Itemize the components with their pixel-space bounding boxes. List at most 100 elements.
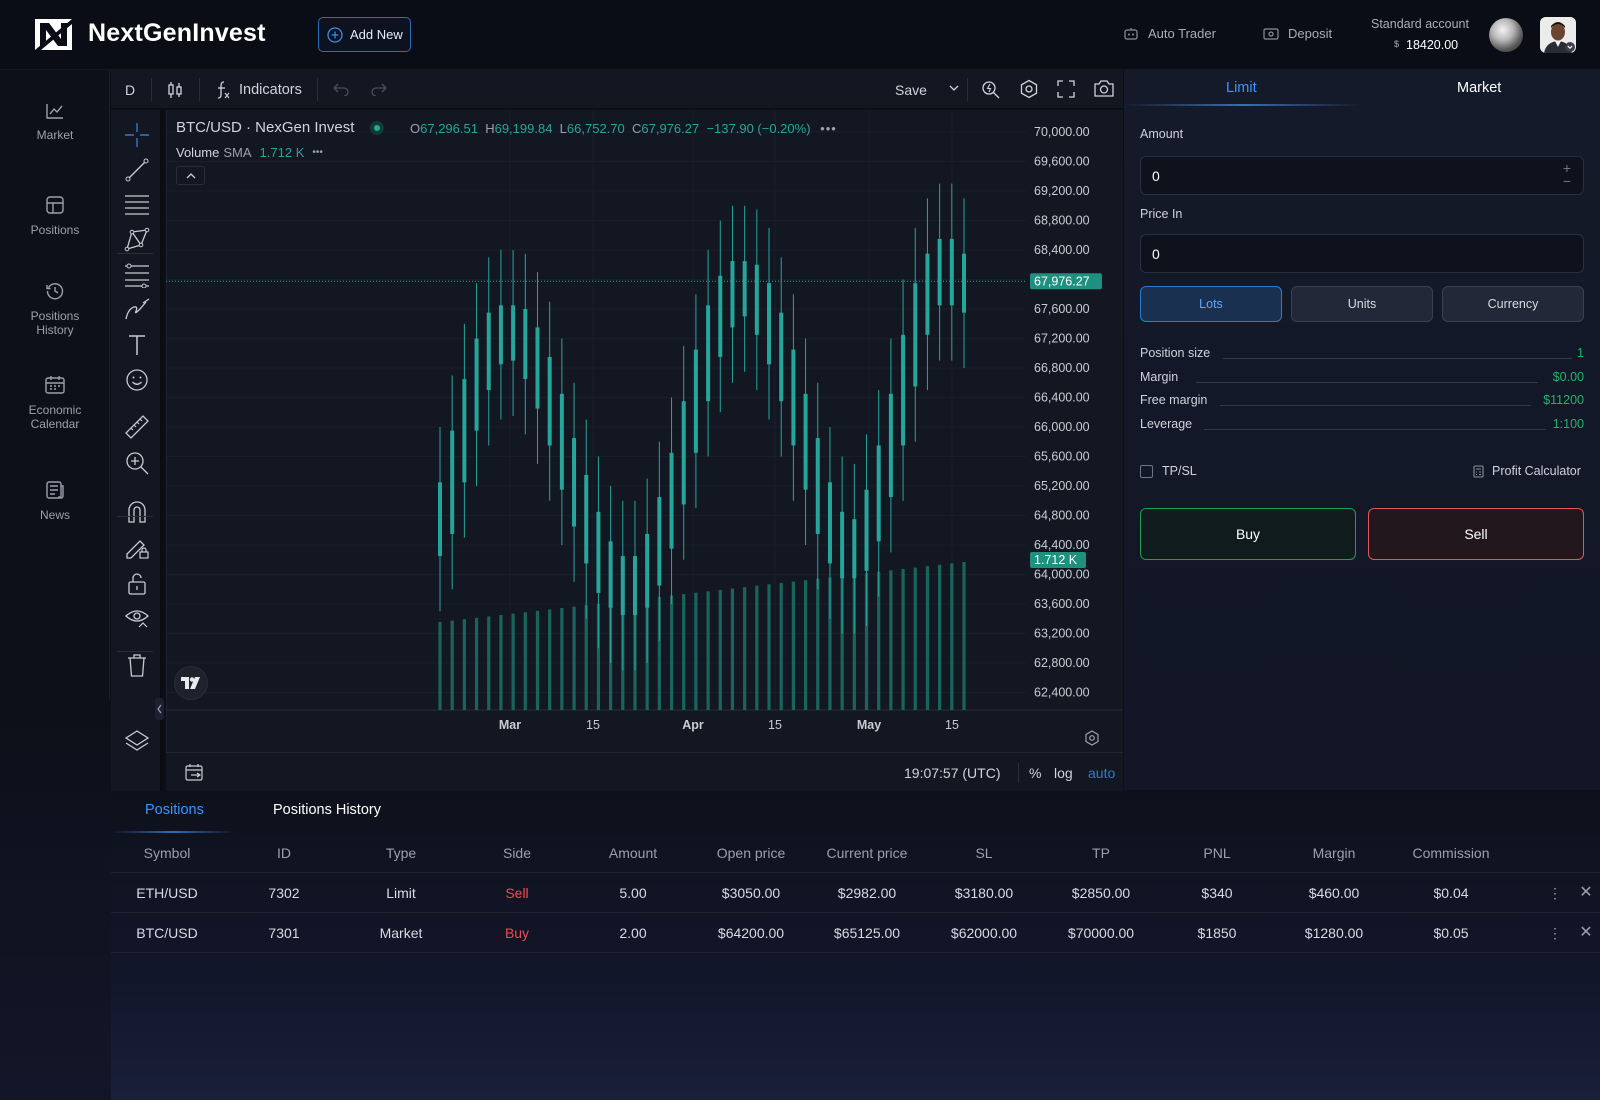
candle-body <box>620 556 625 616</box>
candlestick-chart[interactable]: 70,000.00 69,600.00 69,200.00 68,800.00 68,4… <box>166 110 1123 752</box>
column-header-sl[interactable]: SL <box>975 833 992 873</box>
column-header-amount[interactable]: Amount <box>609 833 657 873</box>
column-header-margin[interactable]: Margin <box>1313 833 1356 873</box>
crosshair-icon[interactable] <box>124 122 150 148</box>
amount-input[interactable]: 0 + − <box>1140 156 1584 195</box>
horizontal-lines-icon[interactable] <box>124 192 150 218</box>
clock-time[interactable]: 19:07:57 (UTC) <box>904 765 1000 781</box>
column-header-pnl[interactable]: PNL <box>1203 833 1230 873</box>
text-tool-icon[interactable] <box>124 332 150 358</box>
brush-icon[interactable] <box>124 297 150 323</box>
percent-scale-toggle[interactable]: % <box>1029 765 1041 781</box>
symbol-legend: BTC/USD · NexGen Invest <box>176 119 385 136</box>
x-tick-label: 15 <box>945 718 959 732</box>
low-value: 66,752.70 <box>566 121 625 136</box>
price-input[interactable]: 0 <box>1140 234 1584 273</box>
layers-icon[interactable] <box>124 728 150 754</box>
function-icon <box>217 81 230 99</box>
units-toggle[interactable]: Units <box>1291 286 1433 322</box>
row-menu-icon[interactable]: ⋮ <box>1548 913 1562 953</box>
profit-calculator-button[interactable]: Profit Calculator <box>1473 464 1581 478</box>
axis-settings-icon[interactable] <box>1084 730 1100 746</box>
sidebar-item-market[interactable]: Market <box>0 102 110 142</box>
indicators-button[interactable]: Indicators <box>215 80 302 100</box>
news-icon <box>46 481 64 499</box>
column-header-symbol[interactable]: Symbol <box>144 833 191 873</box>
fullscreen-icon[interactable] <box>1057 80 1075 98</box>
unlock-icon[interactable] <box>124 570 150 596</box>
fib-retracement-icon[interactable] <box>124 262 150 288</box>
cell-symbol: BTC/USD <box>136 925 198 941</box>
stat-value: 1 <box>1577 346 1584 360</box>
column-header-open-price[interactable]: Open price <box>717 833 785 873</box>
chevron-down-icon[interactable] <box>949 85 959 92</box>
add-new-button[interactable]: Add New <box>318 17 411 52</box>
collapse-legend-button[interactable] <box>176 166 205 185</box>
tradingview-logo-icon[interactable] <box>175 667 207 699</box>
candle-body <box>840 511 845 579</box>
more-icon[interactable]: ••• <box>820 121 837 136</box>
sidebar-item-news[interactable]: News <box>0 480 110 522</box>
tab-limit[interactable]: Limit <box>1226 80 1257 96</box>
chart-status-bar: 19:07:57 (UTC) % log auto <box>166 752 1123 791</box>
eye-icon[interactable] <box>124 605 150 631</box>
lots-toggle[interactable]: Lots <box>1140 286 1282 322</box>
buy-button[interactable]: Buy <box>1140 508 1356 560</box>
auto-scale-toggle[interactable]: auto <box>1088 765 1115 781</box>
currency-toggle[interactable]: Currency <box>1442 286 1584 322</box>
more-icon[interactable]: ••• <box>312 145 323 161</box>
column-header-tp[interactable]: TP <box>1092 833 1110 873</box>
close-position-icon[interactable]: ✕ <box>1579 913 1592 953</box>
volume-bar <box>913 567 917 710</box>
tab-positions-history[interactable]: Positions History <box>273 802 381 818</box>
deposit-button[interactable]: Deposit <box>1263 26 1332 41</box>
market-open-indicator-icon <box>370 120 385 135</box>
zoom-in-icon[interactable] <box>124 450 150 476</box>
column-header-id[interactable]: ID <box>277 833 291 873</box>
magnet-icon[interactable] <box>124 498 150 524</box>
table-row[interactable]: ETH/USD 7302 Limit Sell 5.00 $3050.00 $2982.00… <box>111 873 1600 913</box>
ruler-icon[interactable] <box>124 414 150 440</box>
sidebar-item-positions-history[interactable]: Positions History <box>0 281 110 337</box>
log-scale-toggle[interactable]: log <box>1054 765 1073 781</box>
candle-body <box>462 379 467 483</box>
column-header-commission[interactable]: Commission <box>1412 833 1489 873</box>
camera-icon[interactable] <box>1093 79 1115 98</box>
candle-style-icon[interactable] <box>166 80 184 100</box>
tpsl-checkbox[interactable]: TP/SL <box>1140 464 1197 478</box>
pattern-tool-icon[interactable] <box>124 227 150 253</box>
settings-icon[interactable] <box>1019 79 1039 99</box>
save-button[interactable]: Save <box>895 82 927 98</box>
emoji-icon[interactable] <box>124 367 150 393</box>
undo-icon[interactable] <box>333 82 349 96</box>
volume-bar <box>548 609 552 710</box>
lock-drawing-icon[interactable] <box>124 534 150 560</box>
auto-trader-button[interactable]: Auto Trader <box>1123 26 1216 41</box>
sell-button[interactable]: Sell <box>1368 508 1584 560</box>
column-header-current-price[interactable]: Current price <box>827 833 908 873</box>
interval-button[interactable]: D <box>125 82 135 98</box>
close-position-icon[interactable]: ✕ <box>1579 873 1592 913</box>
sidebar-item-positions[interactable]: Positions <box>0 195 110 237</box>
row-menu-icon[interactable]: ⋮ <box>1548 873 1562 913</box>
date-range-icon[interactable] <box>184 763 206 783</box>
column-header-side[interactable]: Side <box>503 833 531 873</box>
amount-stepper[interactable]: + − <box>1563 161 1571 188</box>
price-chart[interactable]: 70,000.00 69,600.00 69,200.00 68,800.00 68,4… <box>166 110 1123 791</box>
tab-positions[interactable]: Positions <box>145 802 204 818</box>
status-orb-icon[interactable] <box>1489 18 1523 52</box>
column-header-type[interactable]: Type <box>386 833 416 873</box>
trend-line-icon[interactable] <box>124 157 150 183</box>
candle-body <box>584 474 589 564</box>
quick-search-icon[interactable] <box>981 79 1001 99</box>
sidebar-item-economic-calendar[interactable]: Economic Calendar <box>0 375 110 431</box>
candle-body <box>523 309 528 380</box>
redo-icon[interactable] <box>371 82 387 96</box>
brand-logo-icon[interactable] <box>35 19 72 50</box>
tab-market[interactable]: Market <box>1457 80 1501 96</box>
table-row[interactable]: BTC/USD 7301 Market Buy 2.00 $64200.00 $65125.… <box>111 913 1600 953</box>
sidebar-item-label: Market <box>36 128 74 142</box>
user-avatar[interactable] <box>1540 17 1576 53</box>
trash-icon[interactable] <box>124 652 150 678</box>
collapse-toolbar-button[interactable] <box>155 698 164 720</box>
